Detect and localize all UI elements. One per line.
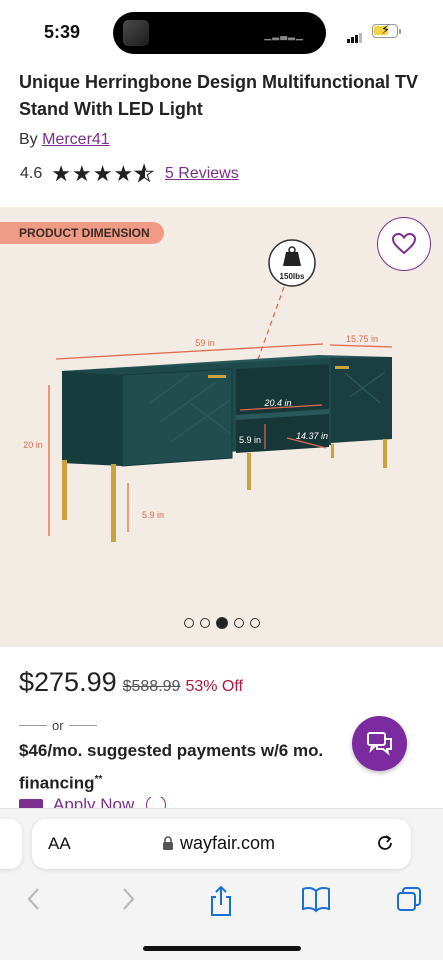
carousel-dot[interactable]	[183, 618, 194, 628]
share-icon[interactable]	[207, 885, 235, 917]
carousel-pagination[interactable]	[0, 617, 443, 629]
shelf-depth-label: 14.37 in	[296, 431, 328, 441]
url-text[interactable]: wayfair.com	[180, 833, 275, 854]
rating-row: 4.6 ★ ★ ★ ★ ★ 5 Reviews	[20, 162, 239, 186]
forward-icon[interactable]	[118, 885, 138, 913]
sale-price: $275.99	[19, 667, 117, 697]
financing-description: $46/mo. suggested payments w/6 mo. finan…	[19, 741, 324, 793]
carousel-dot[interactable]	[199, 618, 210, 628]
previous-tab-preview[interactable]	[0, 819, 22, 869]
rating-value: 4.6	[20, 165, 43, 182]
weight-icon: 150lbs	[268, 239, 316, 287]
star-rating: ★ ★ ★ ★ ★	[51, 161, 155, 186]
audio-waveform-icon: ▁▂▃▂▁	[264, 30, 304, 40]
product-dimension-badge: PRODUCT DIMENSION	[0, 222, 164, 244]
leg-height-label: 5.9 in	[142, 510, 164, 520]
status-time: 5:39	[44, 22, 81, 42]
tv-stand-image: 150lbs 59 in 15.75 in 20 in 20.4 in 5.9 …	[23, 239, 393, 542]
star-icon: ★	[113, 161, 134, 186]
charging-bolt-icon: ⚡	[381, 22, 391, 37]
browser-toolbar: AA wayfair.com	[0, 808, 443, 960]
price-row: $275.99 $588.99 53% Off	[19, 667, 243, 698]
cellular-signal-icon	[347, 25, 363, 43]
depth-label: 15.75 in	[346, 334, 378, 344]
star-icon: ★	[71, 161, 92, 186]
shelf-width-label: 20.4 in	[263, 398, 291, 408]
chat-button[interactable]	[352, 716, 407, 771]
carousel-dot-active[interactable]	[215, 617, 228, 629]
address-bar[interactable]: AA wayfair.com	[32, 819, 411, 869]
now-playing-artwork	[123, 20, 149, 46]
star-icon: ★	[92, 161, 113, 186]
discount-label: 53% Off	[185, 678, 243, 695]
back-icon[interactable]	[24, 885, 44, 913]
reload-icon[interactable]	[374, 832, 396, 854]
star-icon: ★	[51, 161, 71, 186]
half-star-icon: ★	[134, 161, 155, 186]
home-indicator[interactable]	[143, 946, 301, 951]
seller-link[interactable]: Mercer41	[42, 131, 110, 148]
product-image-gallery[interactable]: 150lbs 59 in 15.75 in 20 in 20.4 in 5.9 …	[0, 207, 443, 647]
original-price: $588.99	[122, 678, 181, 695]
bookmarks-icon[interactable]	[300, 885, 332, 913]
battery-icon: ⚡	[372, 22, 398, 38]
financing-text: $46/mo. suggested payments w/6 mo. finan…	[19, 736, 354, 798]
heart-icon	[392, 233, 416, 255]
shelf-height-label: 5.9 in	[239, 435, 261, 445]
browser-navigation	[0, 881, 443, 921]
or-label: or	[52, 718, 64, 733]
reader-settings-button[interactable]: AA	[48, 834, 71, 854]
or-divider: or	[19, 718, 97, 733]
carousel-dot[interactable]	[233, 618, 244, 628]
width-label: 59 in	[195, 338, 215, 348]
reviews-link[interactable]: 5 Reviews	[165, 165, 239, 183]
status-bar: 5:39 ▁▂▃▂▁ ⚡	[0, 0, 443, 62]
weight-label: 150lbs	[280, 272, 305, 281]
dynamic-island[interactable]: ▁▂▃▂▁	[113, 12, 326, 54]
carousel-dot[interactable]	[249, 618, 260, 628]
financing-footnote-mark: **	[94, 774, 103, 785]
byline: By Mercer41	[19, 131, 110, 149]
by-prefix: By	[19, 131, 38, 148]
chat-bubbles-icon	[366, 731, 392, 756]
height-label: 20 in	[23, 440, 43, 450]
lock-icon	[163, 836, 173, 850]
product-title: Unique Herringbone Design Multifunctiona…	[19, 72, 418, 119]
favorite-button[interactable]	[377, 217, 431, 271]
tabs-icon[interactable]	[395, 885, 423, 913]
